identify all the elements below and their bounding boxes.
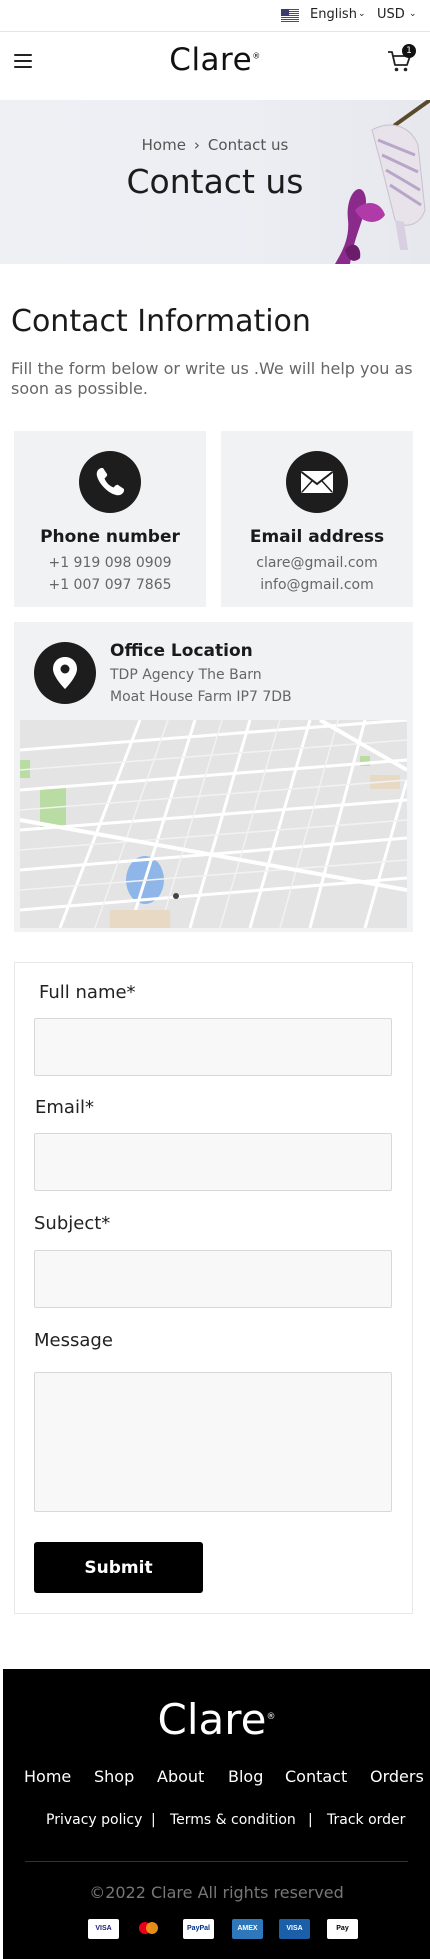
email-card: Email address clare@gmail.com info@gmail… xyxy=(221,431,413,607)
email-input[interactable] xyxy=(34,1133,392,1191)
cart-count-badge: 1 xyxy=(402,44,416,58)
payment-methods: VISA PayPal AMEX VISA Pay xyxy=(3,1919,430,1941)
chevron-right-icon: › xyxy=(193,136,200,154)
email-label: Email* xyxy=(35,1097,94,1118)
chevron-down-icon[interactable]: ⌄ xyxy=(409,9,417,19)
envelope-icon xyxy=(300,471,334,493)
email-label: Email address xyxy=(249,527,385,547)
footer-legal-links: Privacy policy | Terms & condition | Tra… xyxy=(3,1812,430,1832)
footer-logo-mark: ® xyxy=(266,1712,276,1722)
site-logo[interactable]: Clare® xyxy=(0,42,430,78)
full-name-input[interactable] xyxy=(34,1018,392,1076)
amex-icon: AMEX xyxy=(232,1919,263,1939)
footer-divider xyxy=(25,1861,408,1862)
footer-nav-blog[interactable]: Blog xyxy=(228,1767,263,1786)
footer-nav-orders[interactable]: Orders xyxy=(370,1767,424,1786)
currency-selector[interactable]: USD xyxy=(377,7,405,22)
location-icon-circle xyxy=(34,642,96,704)
apple-pay-icon: Pay xyxy=(327,1919,358,1939)
office-card: Office Location TDP Agency The Barn Moat… xyxy=(14,622,413,932)
site-header: Clare® 1 xyxy=(0,32,430,100)
us-flag-icon xyxy=(281,9,299,22)
logo-text: Clare xyxy=(169,42,253,78)
office-map[interactable] xyxy=(20,720,407,928)
footer-nav-shop[interactable]: Shop xyxy=(94,1767,134,1786)
footer-nav-home[interactable]: Home xyxy=(24,1767,71,1786)
hero-sandal-image xyxy=(335,100,430,264)
subject-input[interactable] xyxy=(34,1250,392,1308)
contact-info-subtitle: Fill the form below or write us .We will… xyxy=(11,359,413,398)
footer-logo[interactable]: Clare® xyxy=(3,1695,430,1744)
email-address-1[interactable]: clare@gmail.com xyxy=(221,555,413,571)
footer-nav-about[interactable]: About xyxy=(157,1767,204,1786)
phone-number-2[interactable]: +1 007 097 7865 xyxy=(14,577,206,593)
chevron-down-icon[interactable]: ⌄ xyxy=(358,9,366,19)
office-address-line-1: TDP Agency The Barn xyxy=(110,667,262,683)
top-bar: English ⌄ USD ⌄ xyxy=(0,0,430,32)
office-address-line-2: Moat House Farm IP7 7DB xyxy=(110,689,292,705)
email-address-2[interactable]: info@gmail.com xyxy=(221,577,413,593)
phone-number-1[interactable]: +1 919 098 0909 xyxy=(14,555,206,571)
submit-button[interactable]: Submit xyxy=(34,1542,203,1593)
message-textarea[interactable] xyxy=(34,1372,392,1512)
mastercard-icon xyxy=(133,1919,164,1939)
email-icon-circle xyxy=(286,451,348,513)
site-footer: Clare® Home Shop About Blog Contact Orde… xyxy=(3,1669,430,1959)
legal-divider: | xyxy=(308,1812,313,1828)
page-hero: Home › Contact us Contact us xyxy=(0,100,430,264)
footer-nav-contact[interactable]: Contact xyxy=(285,1767,347,1786)
visa-electron-icon: VISA xyxy=(279,1919,310,1939)
language-selector[interactable]: English xyxy=(310,7,357,22)
copyright: ©2022 Clare All rights reserved xyxy=(89,1883,344,1902)
logo-mark: ® xyxy=(252,51,261,61)
track-order-link[interactable]: Track order xyxy=(327,1812,405,1828)
visa-icon: VISA xyxy=(88,1919,119,1939)
phone-icon-circle xyxy=(79,451,141,513)
breadcrumb-home[interactable]: Home xyxy=(142,136,186,154)
map-pin-icon xyxy=(53,657,77,689)
footer-nav: Home Shop About Blog Contact Orders xyxy=(3,1767,430,1791)
office-label: Office Location xyxy=(110,641,253,661)
privacy-policy-link[interactable]: Privacy policy xyxy=(46,1812,142,1828)
paypal-icon: PayPal xyxy=(183,1919,214,1939)
phone-card: Phone number +1 919 098 0909 +1 007 097 … xyxy=(14,431,206,607)
contact-info-title: Contact Information xyxy=(11,304,311,339)
breadcrumb-current: Contact us xyxy=(207,136,289,154)
subject-label: Subject* xyxy=(34,1213,111,1234)
terms-link[interactable]: Terms & condition xyxy=(170,1812,296,1828)
contact-form: Full name* Email* Subject* Message Submi… xyxy=(14,962,413,1614)
footer-logo-text: Clare xyxy=(157,1695,267,1744)
full-name-label: Full name* xyxy=(39,982,136,1003)
phone-label: Phone number xyxy=(40,527,180,547)
legal-divider: | xyxy=(151,1812,156,1828)
phone-icon xyxy=(96,468,124,496)
message-label: Message xyxy=(34,1330,113,1351)
